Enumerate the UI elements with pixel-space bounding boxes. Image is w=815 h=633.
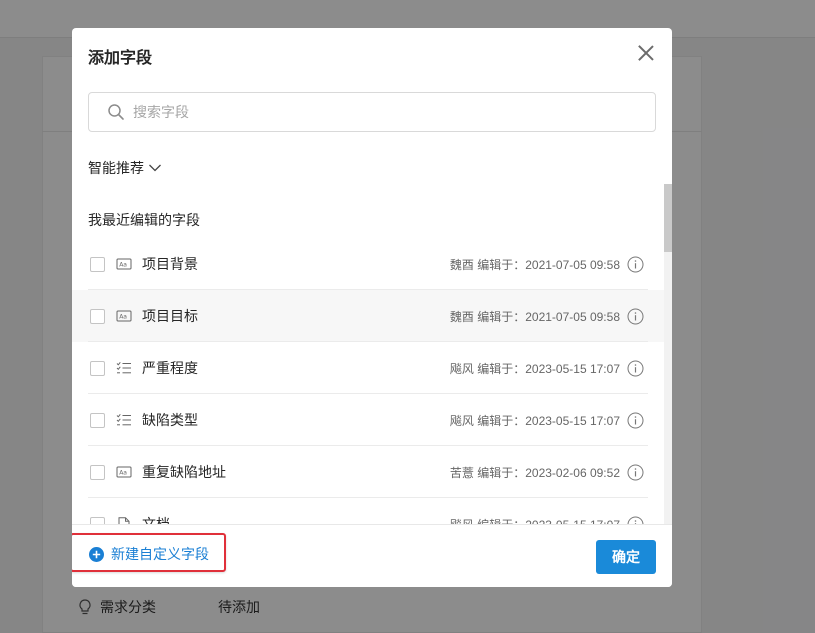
section-title: 我最近编辑的字段 [88,212,200,228]
field-row[interactable]: Aa 项目背景 魏酉 编辑于：2021-07-05 09:58 [72,238,664,290]
add-field-dialog: 添加字段 智能推荐 我最近编辑的字段 Aa 项目背景 魏酉 编辑于：2021-0… [72,28,672,587]
field-meta: 苦薏 编辑于：2023-02-06 09:52 [449,465,620,480]
text-field-icon: Aa [116,310,132,322]
svg-text:Aa: Aa [119,470,127,477]
info-icon[interactable] [627,412,644,429]
field-meta: 飚风 编辑于：2023-05-15 17:07 [449,413,620,428]
field-name: 项目目标 [142,308,198,324]
info-icon[interactable] [627,360,644,377]
field-checkbox[interactable] [90,360,105,376]
info-icon[interactable] [627,256,644,273]
text-field-icon: Aa [116,466,132,478]
plus-circle-icon [89,546,104,562]
field-row[interactable]: 缺陷类型 飚风 编辑于：2023-05-15 17:07 [72,394,664,446]
field-checkbox[interactable] [90,464,105,480]
field-name: 重复缺陷地址 [142,464,226,480]
smart-recommend-toggle[interactable]: 智能推荐 [88,158,162,178]
chevron-down-icon [149,164,161,172]
smart-recommend-label: 智能推荐 [88,160,144,176]
field-checkbox[interactable] [90,308,105,324]
confirm-button[interactable]: 确定 [596,540,656,574]
field-checkbox[interactable] [90,412,105,428]
field-meta: 飚风 编辑于：2023-05-15 17:07 [449,361,620,376]
field-list: 我最近编辑的字段 Aa 项目背景 魏酉 编辑于：2021-07-05 09:58… [72,196,672,524]
dialog-footer: 新建自定义字段 确定 [72,524,672,587]
new-custom-field-button[interactable]: 新建自定义字段 [89,544,209,564]
search-box[interactable] [88,92,656,132]
document-icon [118,517,130,524]
dialog-title: 添加字段 [88,50,153,67]
field-checkbox[interactable] [90,256,105,272]
search-input[interactable] [133,104,613,120]
svg-text:Aa: Aa [119,314,127,321]
field-meta: 魏酉 编辑于：2021-07-05 09:58 [449,309,620,324]
svg-text:Aa: Aa [119,262,127,269]
checklist-icon [116,361,131,374]
field-name: 项目背景 [142,256,198,272]
text-field-icon: Aa [116,258,132,270]
search-icon [108,104,124,120]
field-row[interactable]: Aa 项目目标 魏酉 编辑于：2021-07-05 09:58 [72,290,664,342]
field-name: 缺陷类型 [142,412,198,428]
info-icon[interactable] [627,464,644,481]
field-meta: 魏酉 编辑于：2021-07-05 09:58 [449,257,620,272]
field-row[interactable]: 严重程度 飚风 编辑于：2023-05-15 17:07 [72,342,664,394]
field-name: 文档 [142,516,170,524]
checklist-icon [116,413,131,426]
close-button[interactable] [636,43,656,63]
info-icon[interactable] [627,516,644,525]
field-meta: 飚风 编辑于：2023-05-15 17:07 [450,516,620,525]
new-custom-field-label: 新建自定义字段 [111,546,209,562]
field-checkbox[interactable] [90,516,105,524]
field-name: 严重程度 [142,360,198,376]
field-row[interactable]: Aa 重复缺陷地址 苦薏 编辑于：2023-02-06 09:52 [72,446,664,498]
field-row[interactable]: 文档 飚风 编辑于：2023-05-15 17:07 [72,498,664,524]
info-icon[interactable] [627,308,644,325]
